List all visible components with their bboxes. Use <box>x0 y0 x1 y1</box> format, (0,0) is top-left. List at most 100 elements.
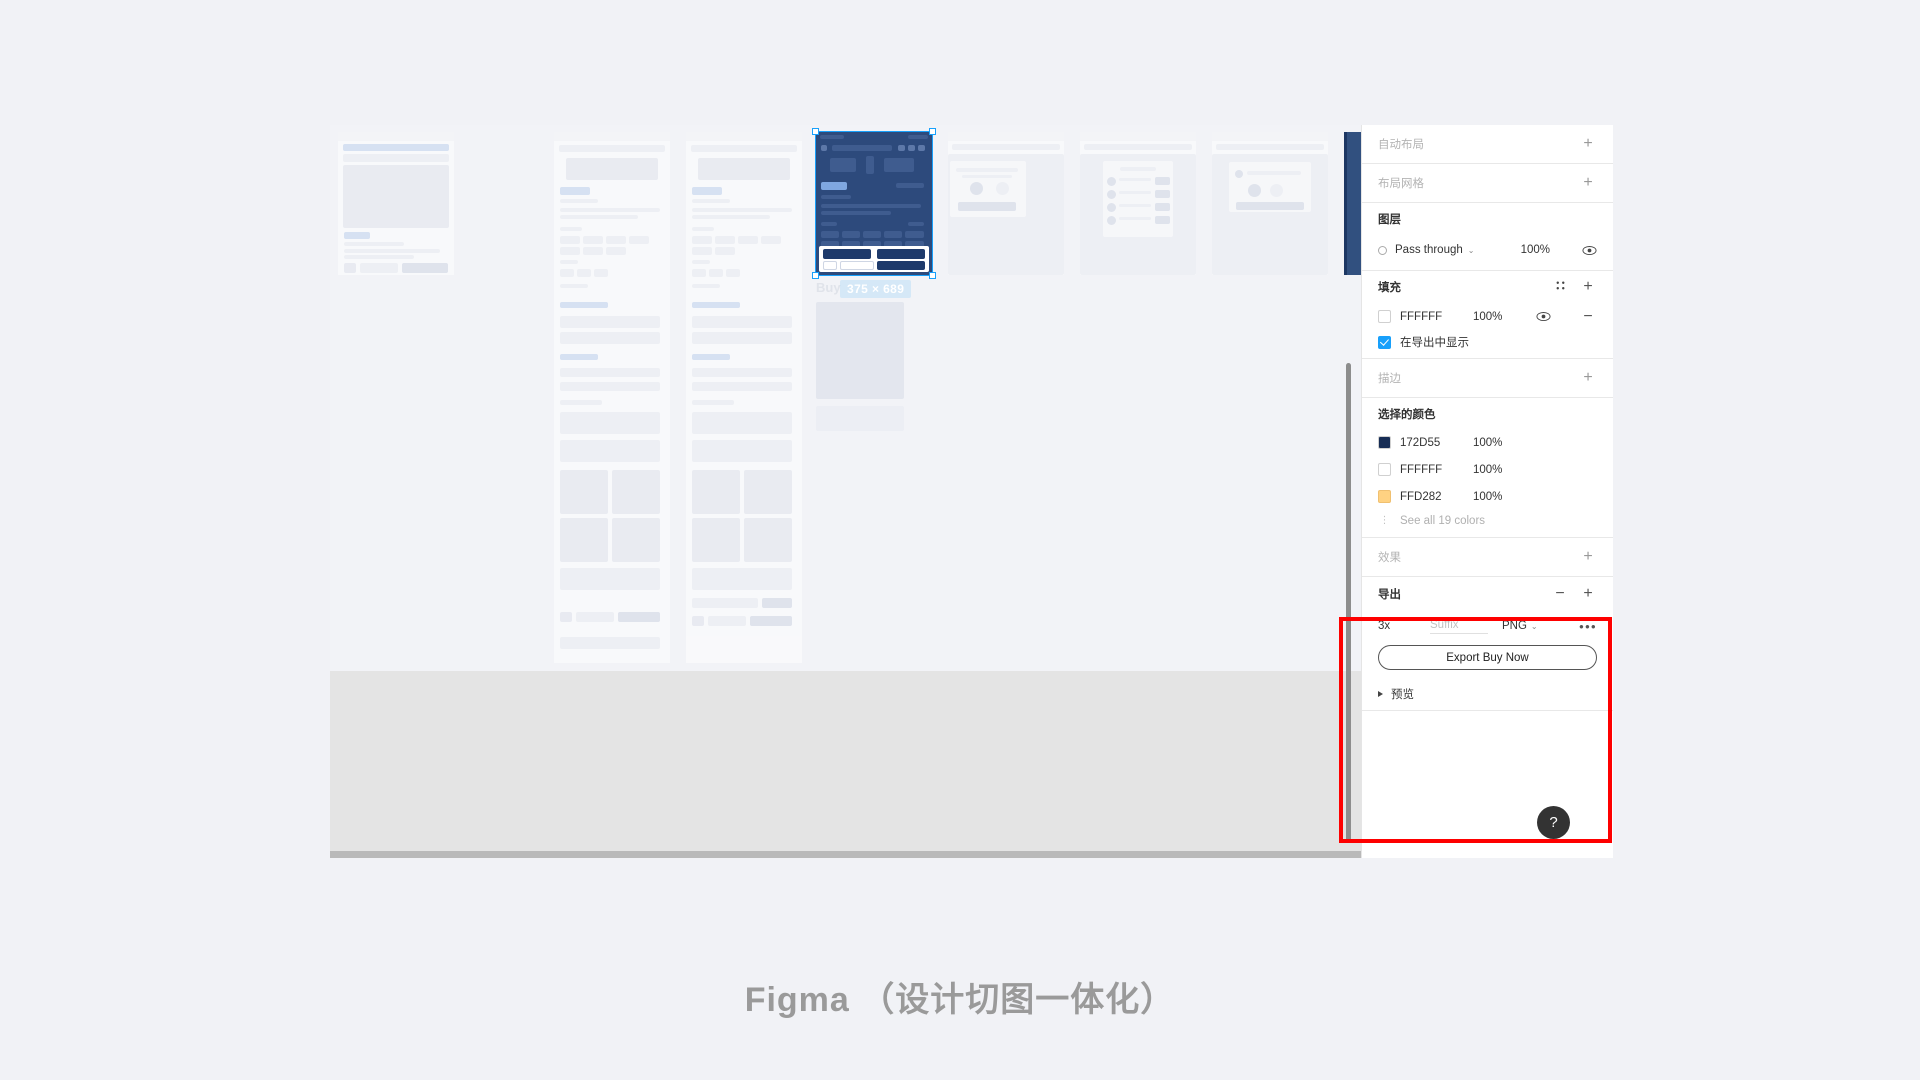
help-button[interactable]: ? <box>1537 806 1570 839</box>
fill-header: 填充 + <box>1378 271 1597 303</box>
artboard-participate-modal[interactable] <box>948 132 1064 275</box>
blend-mode-row[interactable]: Pass through ⌄ 100% <box>1378 235 1597 265</box>
fill-color-swatch[interactable] <box>1378 310 1391 323</box>
effects-header: 效果 + <box>1378 538 1597 576</box>
stroke-header: 描边 + <box>1378 359 1597 397</box>
artboard-content <box>554 132 670 663</box>
export-preview-row[interactable]: 预览 <box>1378 678 1597 710</box>
artboard-product-home[interactable] <box>338 132 454 275</box>
selection-color-row[interactable]: FFFFFF 100% <box>1378 456 1597 483</box>
see-all-colors-label[interactable]: See all 19 colors <box>1400 515 1485 527</box>
add-layout-grid-icon[interactable]: + <box>1579 175 1597 191</box>
export-title: 导出 <box>1378 589 1401 601</box>
stroke-title: 描边 <box>1378 373 1401 385</box>
vertical-dots-icon: ⋮ <box>1379 514 1390 526</box>
layer-header: 图层 <box>1378 203 1597 235</box>
selection-color-opacity[interactable]: 100% <box>1473 491 1502 503</box>
selection-color-swatch[interactable] <box>1378 436 1391 449</box>
artboard-product-detail-2[interactable] <box>686 132 802 663</box>
selection-dimension-badge: 375 × 689 <box>840 280 912 298</box>
artboard-content <box>686 132 802 663</box>
show-in-export-checkbox[interactable] <box>1378 335 1391 349</box>
section-auto-layout: 自动布局 + <box>1362 125 1613 164</box>
canvas-horizontal-scrollbar[interactable] <box>330 851 1361 858</box>
selection-color-opacity[interactable]: 100% <box>1473 464 1502 476</box>
mock-status-bar <box>686 132 802 141</box>
layout-grid-header: 布局网格 + <box>1378 164 1597 202</box>
export-header: 导出 − + <box>1378 577 1597 611</box>
fill-item-row[interactable]: FFFFFF 100% − <box>1378 303 1597 330</box>
export-more-options-icon[interactable]: ••• <box>1579 620 1597 633</box>
selection-color-hex[interactable]: FFD282 <box>1400 491 1464 503</box>
design-canvas[interactable]: Buy 375 × 689 <box>330 125 1361 858</box>
auto-layout-header: 自动布局 + <box>1378 125 1597 163</box>
fill-opacity-value[interactable]: 100% <box>1473 311 1502 323</box>
artboard-product-detail-1[interactable] <box>554 132 670 663</box>
mock-status-bar <box>1080 132 1196 141</box>
mock-status-bar <box>948 132 1064 141</box>
export-settings-row: 3x Suffix PNG ⌄ ••• <box>1378 611 1597 641</box>
selection-color-hex[interactable]: 172D55 <box>1400 437 1464 449</box>
selection-color-swatch[interactable] <box>1378 463 1391 476</box>
canvas-vertical-scrollbar[interactable] <box>1346 363 1351 843</box>
mock-status-bar <box>1212 132 1328 141</box>
section-fill: 填充 + FFFFFF 100% − 在导出中显示 <box>1362 271 1613 359</box>
artboard-buy-now-selected[interactable] <box>816 132 932 275</box>
artboard-edge-clipped[interactable] <box>1344 132 1361 275</box>
export-suffix-input[interactable]: Suffix <box>1430 619 1488 634</box>
artboard-below-selection-2[interactable] <box>816 406 904 431</box>
layer-title: 图层 <box>1378 214 1401 226</box>
see-all-colors-row[interactable]: ⋮ See all 19 colors <box>1378 510 1597 537</box>
four-dots-icon[interactable] <box>1551 279 1569 295</box>
layer-opacity-value[interactable]: 100% <box>1521 244 1550 256</box>
export-format-select[interactable]: PNG <box>1502 620 1527 632</box>
artboard-content <box>1080 132 1196 275</box>
artboard-edge-accent <box>1344 132 1347 275</box>
blend-mode-value[interactable]: Pass through <box>1395 244 1463 256</box>
fill-title: 填充 <box>1378 282 1401 294</box>
fill-visibility-eye-icon[interactable] <box>1536 311 1551 322</box>
selection-color-swatch[interactable] <box>1378 490 1391 503</box>
visibility-eye-icon[interactable] <box>1582 245 1597 256</box>
export-scale-input[interactable]: 3x <box>1378 620 1430 632</box>
chevron-down-icon[interactable]: ⌄ <box>1531 622 1538 631</box>
artboard-content <box>1212 132 1328 275</box>
artboard-spelling-success-modal[interactable] <box>1212 132 1328 275</box>
artboard-content <box>338 132 454 275</box>
section-stroke: 描边 + <box>1362 359 1613 398</box>
selection-colors-title: 选择的颜色 <box>1378 408 1436 421</box>
add-fill-icon[interactable]: + <box>1579 279 1597 295</box>
artboard-below-selection[interactable] <box>816 302 904 399</box>
section-effects: 效果 + <box>1362 538 1613 577</box>
selection-colors-header: 选择的颜色 <box>1378 398 1597 429</box>
selection-color-row[interactable]: 172D55 100% <box>1378 429 1597 456</box>
section-layer: 图层 Pass through ⌄ 100% <box>1362 203 1613 271</box>
auto-layout-title: 自动布局 <box>1378 139 1424 151</box>
remove-export-setting-icon[interactable]: − <box>1551 586 1569 602</box>
section-layout-grid: 布局网格 + <box>1362 164 1613 203</box>
show-in-export-label: 在导出中显示 <box>1400 337 1469 349</box>
selection-color-opacity[interactable]: 100% <box>1473 437 1502 449</box>
add-export-setting-icon[interactable]: + <box>1579 586 1597 602</box>
effects-title: 效果 <box>1378 552 1401 564</box>
add-auto-layout-icon[interactable]: + <box>1579 136 1597 152</box>
export-button[interactable]: Export Buy Now <box>1378 645 1597 670</box>
chevron-down-icon[interactable]: ⌄ <box>1468 246 1475 255</box>
triangle-right-icon[interactable] <box>1378 691 1383 697</box>
mock-status-bar <box>554 132 670 141</box>
artboard-name-ghost: Buy <box>816 280 841 295</box>
selection-color-row[interactable]: FFD282 100% <box>1378 483 1597 510</box>
figma-window: Buy 375 × 689 自动布局 + 布局网格 + 图层 Pass thro… <box>330 125 1613 858</box>
add-stroke-icon[interactable]: + <box>1579 370 1597 386</box>
fill-hex-value[interactable]: FFFFFF <box>1400 311 1464 323</box>
canvas-background-band <box>330 671 1361 851</box>
artboard-participate-list-modal[interactable] <box>1080 132 1196 275</box>
artboard-content <box>816 132 932 275</box>
blend-mode-icon <box>1378 245 1387 255</box>
export-preview-label[interactable]: 预览 <box>1391 686 1414 702</box>
selection-color-hex[interactable]: FFFFFF <box>1400 464 1464 476</box>
show-in-export-row[interactable]: 在导出中显示 <box>1378 330 1597 358</box>
add-effect-icon[interactable]: + <box>1579 549 1597 565</box>
remove-fill-icon[interactable]: − <box>1579 308 1597 325</box>
page-caption: Figma （设计切图一体化） <box>744 981 1176 1019</box>
